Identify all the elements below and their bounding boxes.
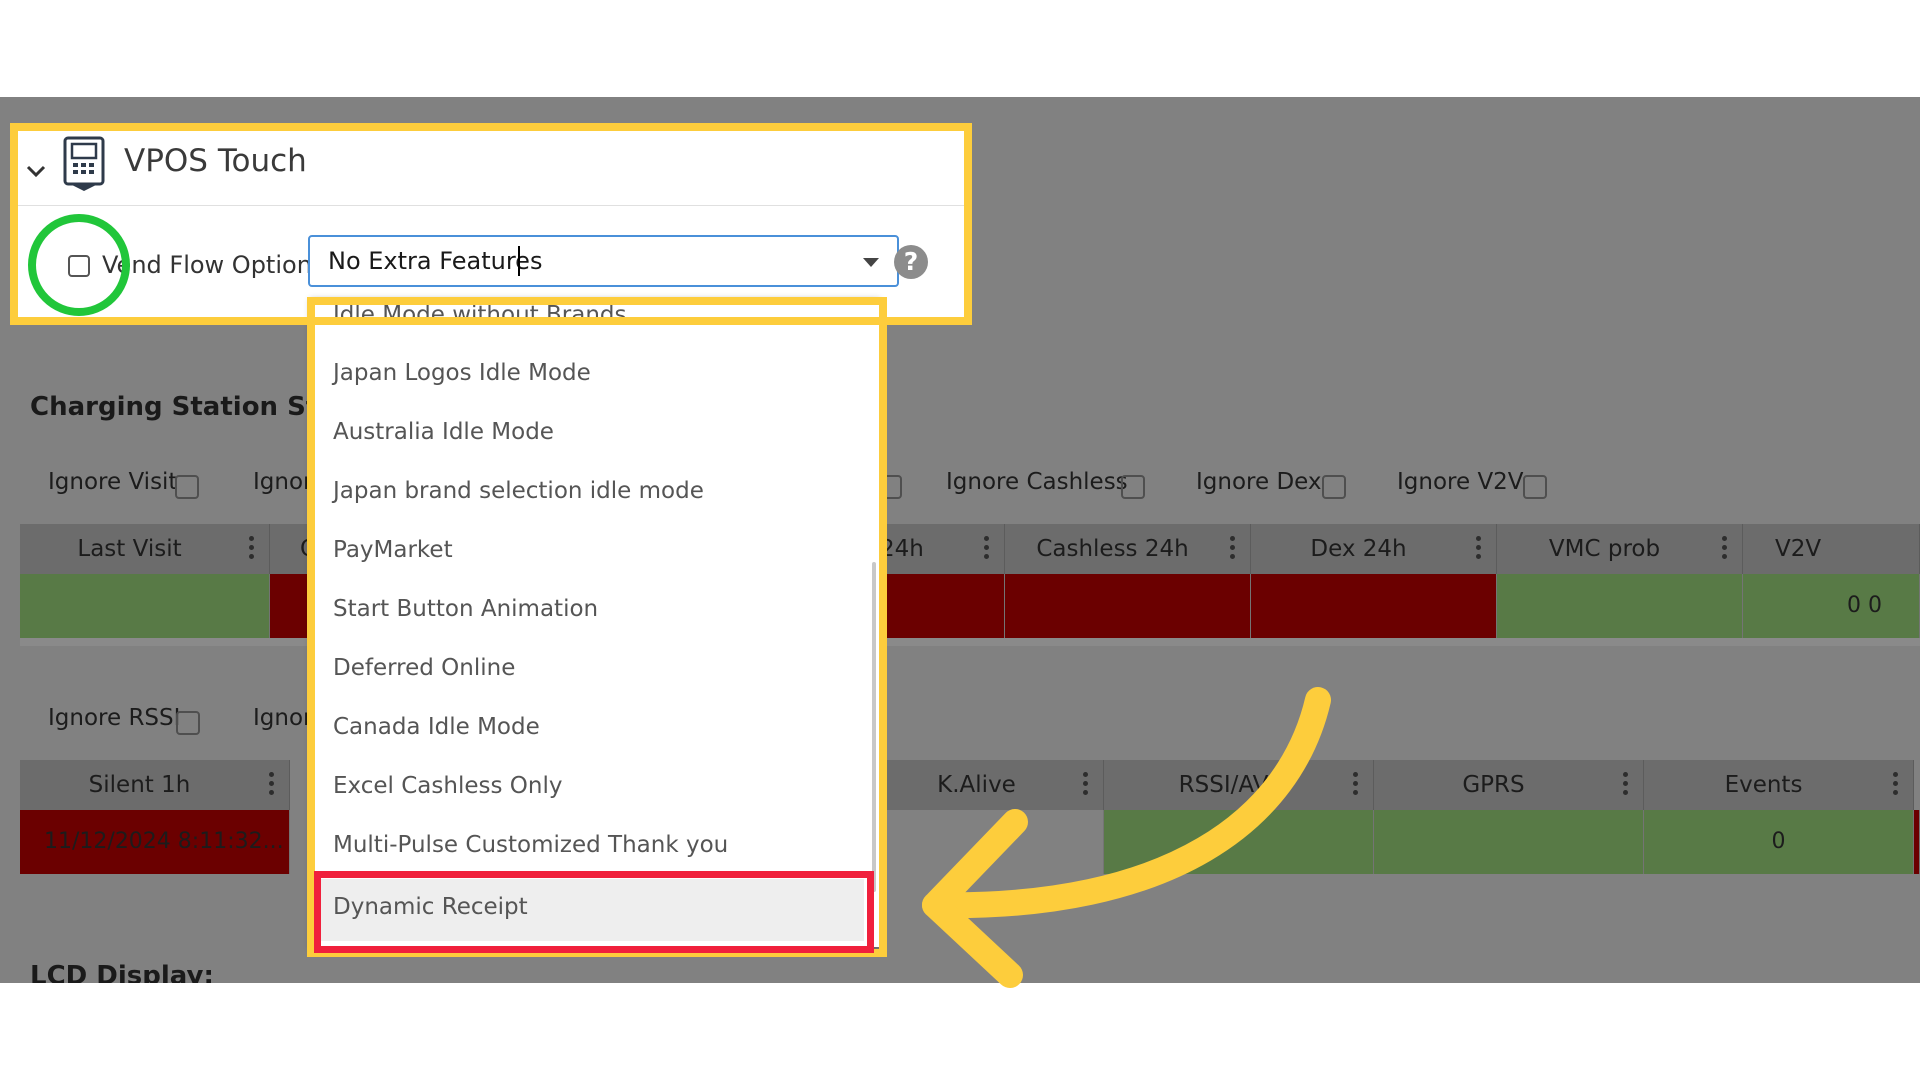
col-header-k-alive[interactable]: K.Alive bbox=[880, 760, 1104, 810]
cell-next-status bbox=[1914, 810, 1920, 874]
cell-last-visit bbox=[20, 574, 270, 638]
cell-dex-24h bbox=[1251, 574, 1497, 638]
column-menu-icon[interactable] bbox=[1623, 772, 1628, 796]
cell-24h bbox=[880, 574, 1005, 638]
column-menu-icon[interactable] bbox=[1722, 536, 1727, 560]
column-menu-icon[interactable] bbox=[1476, 536, 1481, 560]
col-header-vmc-prob[interactable]: VMC prob bbox=[1497, 524, 1743, 574]
col-header-24h[interactable]: 24h bbox=[880, 524, 1005, 574]
col-header-silent-1h[interactable]: Silent 1h bbox=[20, 760, 290, 810]
col-header-c[interactable]: C bbox=[270, 524, 316, 574]
highlight-circle-checkbox bbox=[28, 214, 130, 316]
cell-gprs bbox=[1374, 810, 1644, 874]
lcd-display-label: LCD Display: bbox=[30, 961, 214, 983]
column-menu-icon[interactable] bbox=[1353, 772, 1358, 796]
column-menu-icon[interactable] bbox=[1230, 536, 1235, 560]
col-header-cashless-24h[interactable]: Cashless 24h bbox=[1005, 524, 1251, 574]
section-title: Charging Station Stat bbox=[30, 392, 349, 422]
filter-ignore-rssi-checkbox[interactable] bbox=[176, 711, 200, 735]
col-header-last-visit[interactable]: Last Visit bbox=[20, 524, 270, 574]
filter-ignore-v2v-checkbox[interactable] bbox=[1523, 475, 1547, 499]
filter-ignore-label: Ignor bbox=[253, 469, 313, 495]
filter-ignore-dex-checkbox[interactable] bbox=[1322, 475, 1346, 499]
filter-ignore-visit-label: Ignore Visit bbox=[48, 469, 178, 495]
column-menu-icon[interactable] bbox=[984, 536, 989, 560]
cell-c bbox=[270, 574, 310, 638]
filter-ignore-label-2: Ignor bbox=[253, 705, 313, 731]
highlight-box-panel bbox=[10, 123, 972, 325]
column-menu-icon[interactable] bbox=[1893, 772, 1898, 796]
highlight-box-dropdown bbox=[307, 297, 887, 957]
cell-silent-1h: 11/12/2024 8:11:32... bbox=[20, 810, 290, 874]
column-menu-icon[interactable] bbox=[249, 536, 254, 560]
cell-v2v-dex: 0 0 bbox=[1743, 574, 1920, 638]
col-header-v2v-dex[interactable]: V2V DEX/MDI bbox=[1743, 524, 1920, 612]
cell-events: 0 bbox=[1644, 810, 1914, 874]
filter-ignore-visit-checkbox[interactable] bbox=[175, 475, 199, 499]
cell-vmc-prob bbox=[1497, 574, 1743, 638]
filter-ignore-v2v-label: Ignore V2V bbox=[1397, 469, 1524, 495]
cell-cashless-24h bbox=[1005, 574, 1251, 638]
table1-bottom-border bbox=[20, 638, 1920, 646]
col-header-dex-24h[interactable]: Dex 24h bbox=[1251, 524, 1497, 574]
filter-ignore-dex-label: Ignore Dex bbox=[1196, 469, 1322, 495]
column-menu-icon[interactable] bbox=[269, 772, 274, 796]
col-header-rssi-av[interactable]: RSSI/AV bbox=[1104, 760, 1374, 810]
col-header-events[interactable]: Events bbox=[1644, 760, 1914, 810]
filter-ignore-cashless-label: Ignore Cashless bbox=[946, 469, 1128, 495]
cell-k-alive bbox=[880, 810, 1104, 874]
col-header-gprs[interactable]: GPRS bbox=[1374, 760, 1644, 810]
column-menu-icon[interactable] bbox=[1083, 772, 1088, 796]
filter-ignore-cashless-checkbox[interactable] bbox=[1121, 475, 1145, 499]
filter-ignore-rssi-label: Ignore RSSI bbox=[48, 705, 181, 731]
highlight-box-option bbox=[314, 871, 874, 953]
cell-rssi-av bbox=[1104, 810, 1374, 874]
